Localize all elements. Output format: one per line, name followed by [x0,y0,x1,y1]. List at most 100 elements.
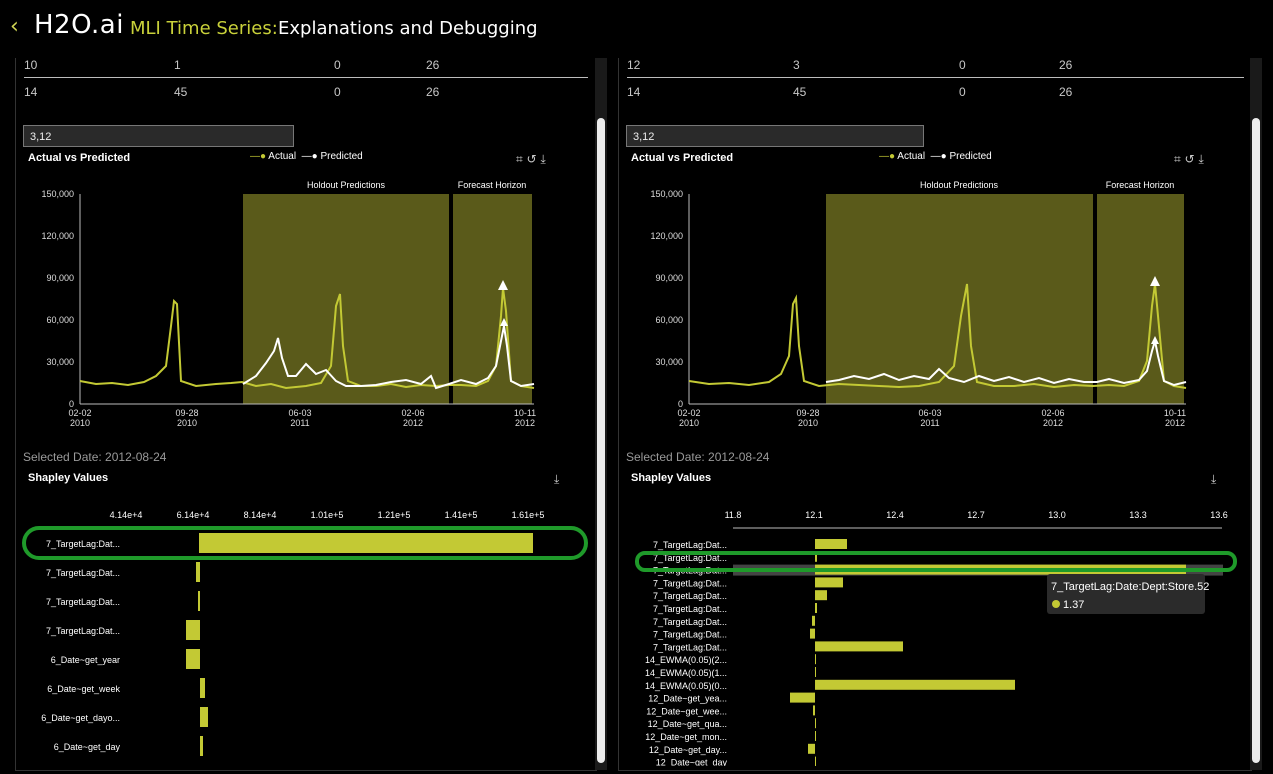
x-tick-label: 2010 [70,418,90,428]
shap-row-label: 6_Date~get_year [51,655,120,665]
shap-row-label: 6_Date~get_week [47,684,120,694]
x-tick-label: 2010 [798,418,818,428]
x-tick-label: 10-11 [1164,408,1186,418]
shap-bar[interactable] [815,667,816,677]
selected-date: Selected Date: 2012-08-24 [23,450,167,464]
shap-bar[interactable] [815,641,903,652]
shap-row-label: 12_Date~get_qua... [648,719,727,729]
shap-row-label: 12_Date~get_wee... [646,706,727,716]
shap-bar[interactable] [200,678,205,698]
x-tick-label: 06-03 [288,408,311,418]
shap-axis-label: 4.14e+4 [110,510,143,520]
shap-bar[interactable] [200,736,203,756]
shap-bar[interactable] [198,591,200,611]
shap-bar[interactable] [200,707,208,727]
x-tick-label: 09-28 [796,408,819,418]
divider [24,77,588,78]
x-tick-label: 06-03 [918,408,941,418]
forecast-label: Forecast Horizon [458,180,527,190]
actual-vs-predicted-chart[interactable]: Holdout Predictions Forecast Horizon 150… [619,176,1251,476]
shap-bar[interactable] [815,603,817,613]
shap-axis-label: 8.14e+4 [244,510,277,520]
x-tick-label: 2011 [290,418,309,428]
shap-row-label: 7_TargetLag:Dat... [653,578,727,588]
shap-bar[interactable] [812,615,815,626]
shap-bar[interactable] [815,679,1015,690]
y-tick-label: 90,000 [46,273,74,283]
x-tick-label: 2010 [177,418,197,428]
shap-bar[interactable] [815,731,816,741]
shap-axis-label: 1.01e+5 [311,510,344,520]
shap-bar[interactable] [815,577,843,588]
shap-axis-label: 1.41e+5 [445,510,478,520]
shap-bar[interactable] [815,654,816,665]
left-scrollbar[interactable] [597,118,605,763]
y-tick-label: 90,000 [655,273,683,283]
shap-axis-label: 1.61e+5 [512,510,545,520]
download-icon[interactable]: ⤓ [554,472,559,487]
reset-zoom-icon[interactable]: ↺ [527,152,537,166]
shap-bar[interactable] [186,620,200,640]
shapley-bar-chart[interactable]: 4.14e+4 6.14e+4 8.14e+4 1.01e+5 1.21e+5 1.41e… [16,506,596,766]
download-icon[interactable]: ⤓ [1211,472,1216,487]
shap-rows: 7_TargetLag:Dat... 7_TargetLag:Dat... 7_Ta… [41,533,533,756]
tooltip: 7_TargetLag:Date:Dept:Store.52 1.37 [1047,574,1209,614]
shap-bar[interactable] [808,743,815,754]
y-tick-labels: 150,000 120,000 90,000 60,000 30,000 0 [41,189,74,409]
shap-bar[interactable] [790,692,815,703]
shap-axis-label: 6.14e+4 [177,510,210,520]
y-tick-label: 120,000 [650,231,683,241]
series-filter-input[interactable]: 3,12 [626,125,924,147]
shap-axis-label: 13.0 [1048,510,1066,520]
logo[interactable]: H2O.ai [34,10,124,40]
crop-icon[interactable]: ⌗ [516,152,523,166]
x-tick-label: 2012 [403,418,423,428]
holdout-region [826,194,1093,404]
shap-rows: 7_TargetLag:Dat... 7_TargetLag:Dat... 7_Ta… [645,539,1223,766]
chevron-left-icon[interactable]: ‹ [10,14,19,39]
tooltip-swatch [1052,600,1060,608]
forecast-label: Forecast Horizon [1106,180,1175,190]
chart-legend[interactable]: —● Actual —● Predicted [879,151,992,162]
shap-axis-label: 12.7 [967,510,985,520]
shap-bar[interactable] [815,539,847,549]
shap-bar[interactable] [186,649,200,669]
actual-vs-predicted-chart[interactable]: Holdout Predictions Forecast Horizon 150… [16,176,596,476]
chart-toolbar: ⌗ ↺ ⤓ [516,152,546,167]
shapley-bar-chart[interactable]: 11.8 12.1 12.4 12.7 13.0 13.3 13.6 7_TargetLag… [619,506,1251,766]
reset-zoom-icon[interactable]: ↺ [1185,152,1195,166]
page-title: Explanations and Debugging [278,18,538,39]
shap-axis-label: 1.21e+5 [378,510,411,520]
shap-bar[interactable] [196,562,200,582]
shap-bar[interactable] [810,628,815,639]
shap-row-label: 12_Date~get_mon... [645,732,727,742]
x-tick-label: 02-02 [677,408,700,418]
shap-row-label: 6_Date~get_dayo... [41,713,120,723]
shap-row-label: 12_Date~get_day [656,758,728,766]
shap-bar[interactable] [815,756,816,766]
series-filter-input[interactable]: 3,12 [23,125,294,147]
shap-row-label: 7_TargetLag:Dat... [46,597,120,607]
crop-icon[interactable]: ⌗ [1174,152,1181,166]
download-icon[interactable]: ⤓ [1198,152,1203,166]
right-scrollbar[interactable] [1252,118,1260,763]
shap-row-label: 7_TargetLag:Dat... [653,604,727,614]
x-tick-label: 2012 [1165,418,1185,428]
shap-bar[interactable] [813,705,815,716]
shap-bar[interactable] [815,718,816,729]
download-icon[interactable]: ⤓ [540,152,545,166]
shap-title: Shapley Values [631,472,712,484]
x-tick-label: 02-06 [1041,408,1064,418]
shap-row-label: 7_TargetLag:Dat... [46,626,120,636]
shap-row-label: 12_Date~get_day... [649,745,727,755]
shap-axis-label: 13.3 [1129,510,1147,520]
shap-bar[interactable] [199,533,533,553]
shap-row-label: 12_Date~get_yea... [648,694,727,704]
x-tick-label: 02-02 [68,408,91,418]
shap-axis-label: 13.6 [1210,510,1228,520]
chart-legend[interactable]: —● Actual —● Predicted [250,151,363,162]
holdout-label: Holdout Predictions [307,180,386,190]
shap-axis-label: 12.4 [886,510,904,520]
x-tick-labels: 02-02 2010 09-28 2010 06-03 2011 02-06 2… [677,408,1186,428]
shap-bar[interactable] [815,590,827,601]
